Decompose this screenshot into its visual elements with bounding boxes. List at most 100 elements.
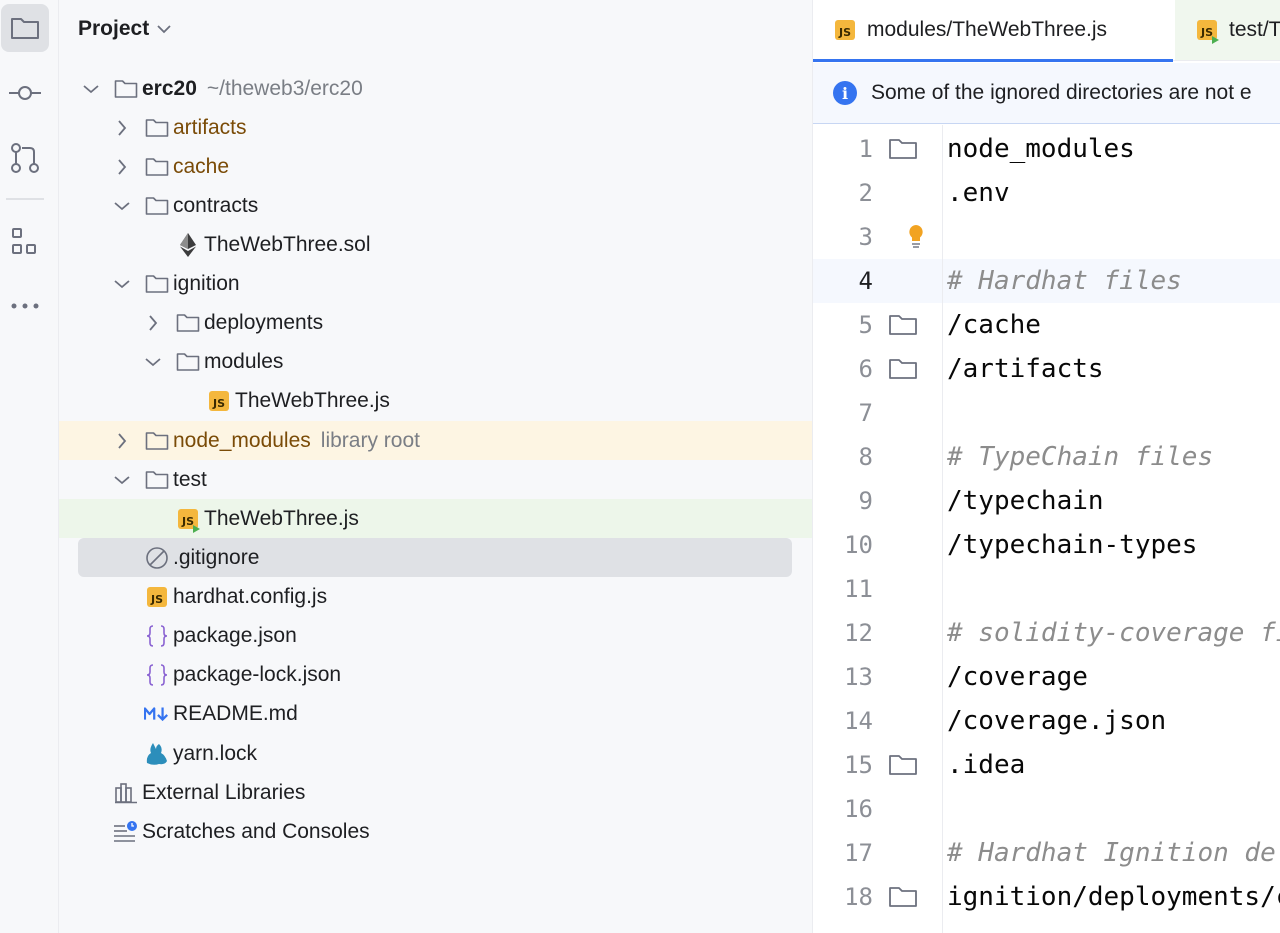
js-test-file-icon: JS	[1197, 20, 1219, 44]
code-line[interactable]: 7	[813, 391, 1280, 435]
tree-node-modules[interactable]: modules	[59, 342, 812, 381]
structure-icon	[12, 228, 36, 254]
tree-node-scratches-and-consoles[interactable]: Scratches and Consoles	[59, 812, 812, 851]
tab-test-thewebthree[interactable]: JS test/T	[1175, 0, 1280, 60]
more-tool-windows-button[interactable]	[0, 282, 50, 330]
code-line[interactable]: 10/typechain-types	[813, 523, 1280, 567]
tree-node-ignition[interactable]: ignition	[59, 264, 812, 303]
tree-node-erc20[interactable]: erc20 ~/theweb3/erc20	[59, 69, 812, 108]
json-file-icon	[144, 623, 170, 649]
tree-node-label: hardhat.config.js	[173, 584, 328, 608]
code-line[interactable]: 16	[813, 787, 1280, 831]
code-text: .env	[947, 178, 1010, 208]
structure-tool-button[interactable]	[0, 218, 50, 266]
line-number: 6	[858, 355, 873, 383]
yarn-icon	[144, 741, 170, 767]
line-number: 13	[844, 663, 873, 691]
editor-tab-bar: JS modules/TheWebThree.js JS test/T	[813, 0, 1280, 62]
tree-node-readme-md[interactable]: README.md	[59, 694, 812, 733]
tree-node-label: TheWebThree.js	[204, 506, 359, 530]
tree-node-cache[interactable]: cache	[59, 147, 812, 186]
tree-node-package-lock-json[interactable]: package-lock.json	[59, 655, 812, 694]
tree-node-hint: ~/theweb3/erc20	[206, 76, 363, 100]
tree-node-gitignore[interactable]: .gitignore	[78, 538, 792, 577]
code-line[interactable]: 1 node_modules	[813, 127, 1280, 171]
folder-icon	[144, 467, 170, 493]
tree-node-label: README.md	[173, 701, 298, 725]
lightbulb-icon[interactable]	[873, 223, 933, 251]
code-line[interactable]: 2 .env	[813, 171, 1280, 215]
tree-node-node-modules[interactable]: node_modules library root	[59, 421, 812, 460]
code-line[interactable]: 15 .idea	[813, 743, 1280, 787]
tab-label: modules/TheWebThree.js	[867, 17, 1108, 41]
code-line[interactable]: 12 # solidity-coverage fi	[813, 611, 1280, 655]
js-file-icon: JS	[144, 584, 170, 610]
line-number: 18	[844, 883, 873, 911]
code-line[interactable]: 9/typechain	[813, 479, 1280, 523]
chevron-down-icon[interactable]	[83, 81, 99, 97]
tree-node-external-libraries[interactable]: External Libraries	[59, 773, 812, 812]
folder-icon	[144, 428, 170, 454]
line-number: 8	[858, 443, 873, 471]
folder-icon	[175, 310, 201, 336]
tree-node-label: cache	[173, 154, 230, 178]
tree-node-package-json[interactable]: package.json	[59, 616, 812, 655]
line-number: 10	[844, 531, 873, 559]
pull-request-icon	[11, 143, 39, 173]
code-line[interactable]: 17 # Hardhat Ignition de	[813, 831, 1280, 875]
tree-node-contracts[interactable]: contracts	[59, 186, 812, 225]
code-text: node_modules	[947, 134, 1135, 164]
line-number: 17	[844, 839, 873, 867]
code-text: # Hardhat files	[947, 266, 1182, 296]
folder-icon	[144, 115, 170, 141]
project-tool-button[interactable]	[1, 4, 49, 52]
tree-node-label: TheWebThree.js	[235, 388, 390, 412]
code-text: /coverage.json	[947, 706, 1167, 736]
js-test-file-icon: JS	[175, 506, 201, 533]
tab-modules-thewebthree[interactable]: JS modules/TheWebThree.js	[813, 0, 1173, 62]
tree-node-thewebthree-js[interactable]: JS TheWebThree.js	[59, 499, 812, 538]
chevron-down-icon[interactable]	[114, 472, 130, 488]
tree-node-yarn-lock[interactable]: yarn.lock	[59, 734, 812, 773]
chevron-right-icon[interactable]	[114, 119, 130, 136]
code-line[interactable]: 4 # Hardhat files	[813, 259, 1280, 303]
tree-node-test[interactable]: test	[59, 460, 812, 499]
folder-icon	[144, 193, 170, 219]
project-view-selector[interactable]: Project	[78, 14, 171, 44]
code-line[interactable]: 8 # TypeChain files	[813, 435, 1280, 479]
tree-node-label: External Libraries	[142, 780, 306, 804]
tree-node-label: TheWebThree.sol	[204, 232, 371, 256]
editor-area: JS modules/TheWebThree.js JS test/T i So…	[812, 0, 1280, 933]
tree-node-thewebthree-sol[interactable]: TheWebThree.sol	[59, 225, 812, 264]
chevron-down-icon[interactable]	[145, 354, 161, 370]
code-line[interactable]: 14/coverage.json	[813, 699, 1280, 743]
tree-node-thewebthree-js[interactable]: JS TheWebThree.js	[59, 381, 812, 420]
tree-node-label: node_modules	[173, 428, 311, 452]
pull-requests-tool-button[interactable]	[0, 134, 50, 182]
chevron-right-icon[interactable]	[145, 314, 161, 331]
code-text: /artifacts	[947, 354, 1104, 384]
folder-icon	[873, 357, 933, 381]
tree-node-deployments[interactable]: deployments	[59, 303, 812, 342]
commit-tool-button[interactable]	[0, 69, 50, 117]
js-file-icon: JS	[206, 388, 232, 414]
tree-node-label: contracts	[173, 193, 259, 217]
folder-icon	[144, 154, 170, 180]
code-line[interactable]: 3	[813, 215, 1280, 259]
tree-node-label: artifacts	[173, 115, 247, 139]
tree-node-artifacts[interactable]: artifacts	[59, 108, 812, 147]
code-line[interactable]: 13/coverage	[813, 655, 1280, 699]
code-line[interactable]: 11	[813, 567, 1280, 611]
code-text: .idea	[947, 750, 1026, 780]
chevron-down-icon[interactable]	[114, 198, 130, 214]
code-line[interactable]: 6/artifacts	[813, 347, 1280, 391]
folder-icon	[873, 137, 933, 161]
chevron-right-icon[interactable]	[114, 432, 130, 449]
code-line[interactable]: 5/cache	[813, 303, 1280, 347]
tree-node-label: yarn.lock	[173, 741, 258, 765]
tree-node-hardhat-config-js[interactable]: JS hardhat.config.js	[59, 577, 812, 616]
chevron-down-icon[interactable]	[114, 276, 130, 292]
tree-node-label: test	[173, 467, 207, 491]
chevron-right-icon[interactable]	[114, 158, 130, 175]
code-line[interactable]: 18 ignition/deployments/c	[813, 875, 1280, 919]
